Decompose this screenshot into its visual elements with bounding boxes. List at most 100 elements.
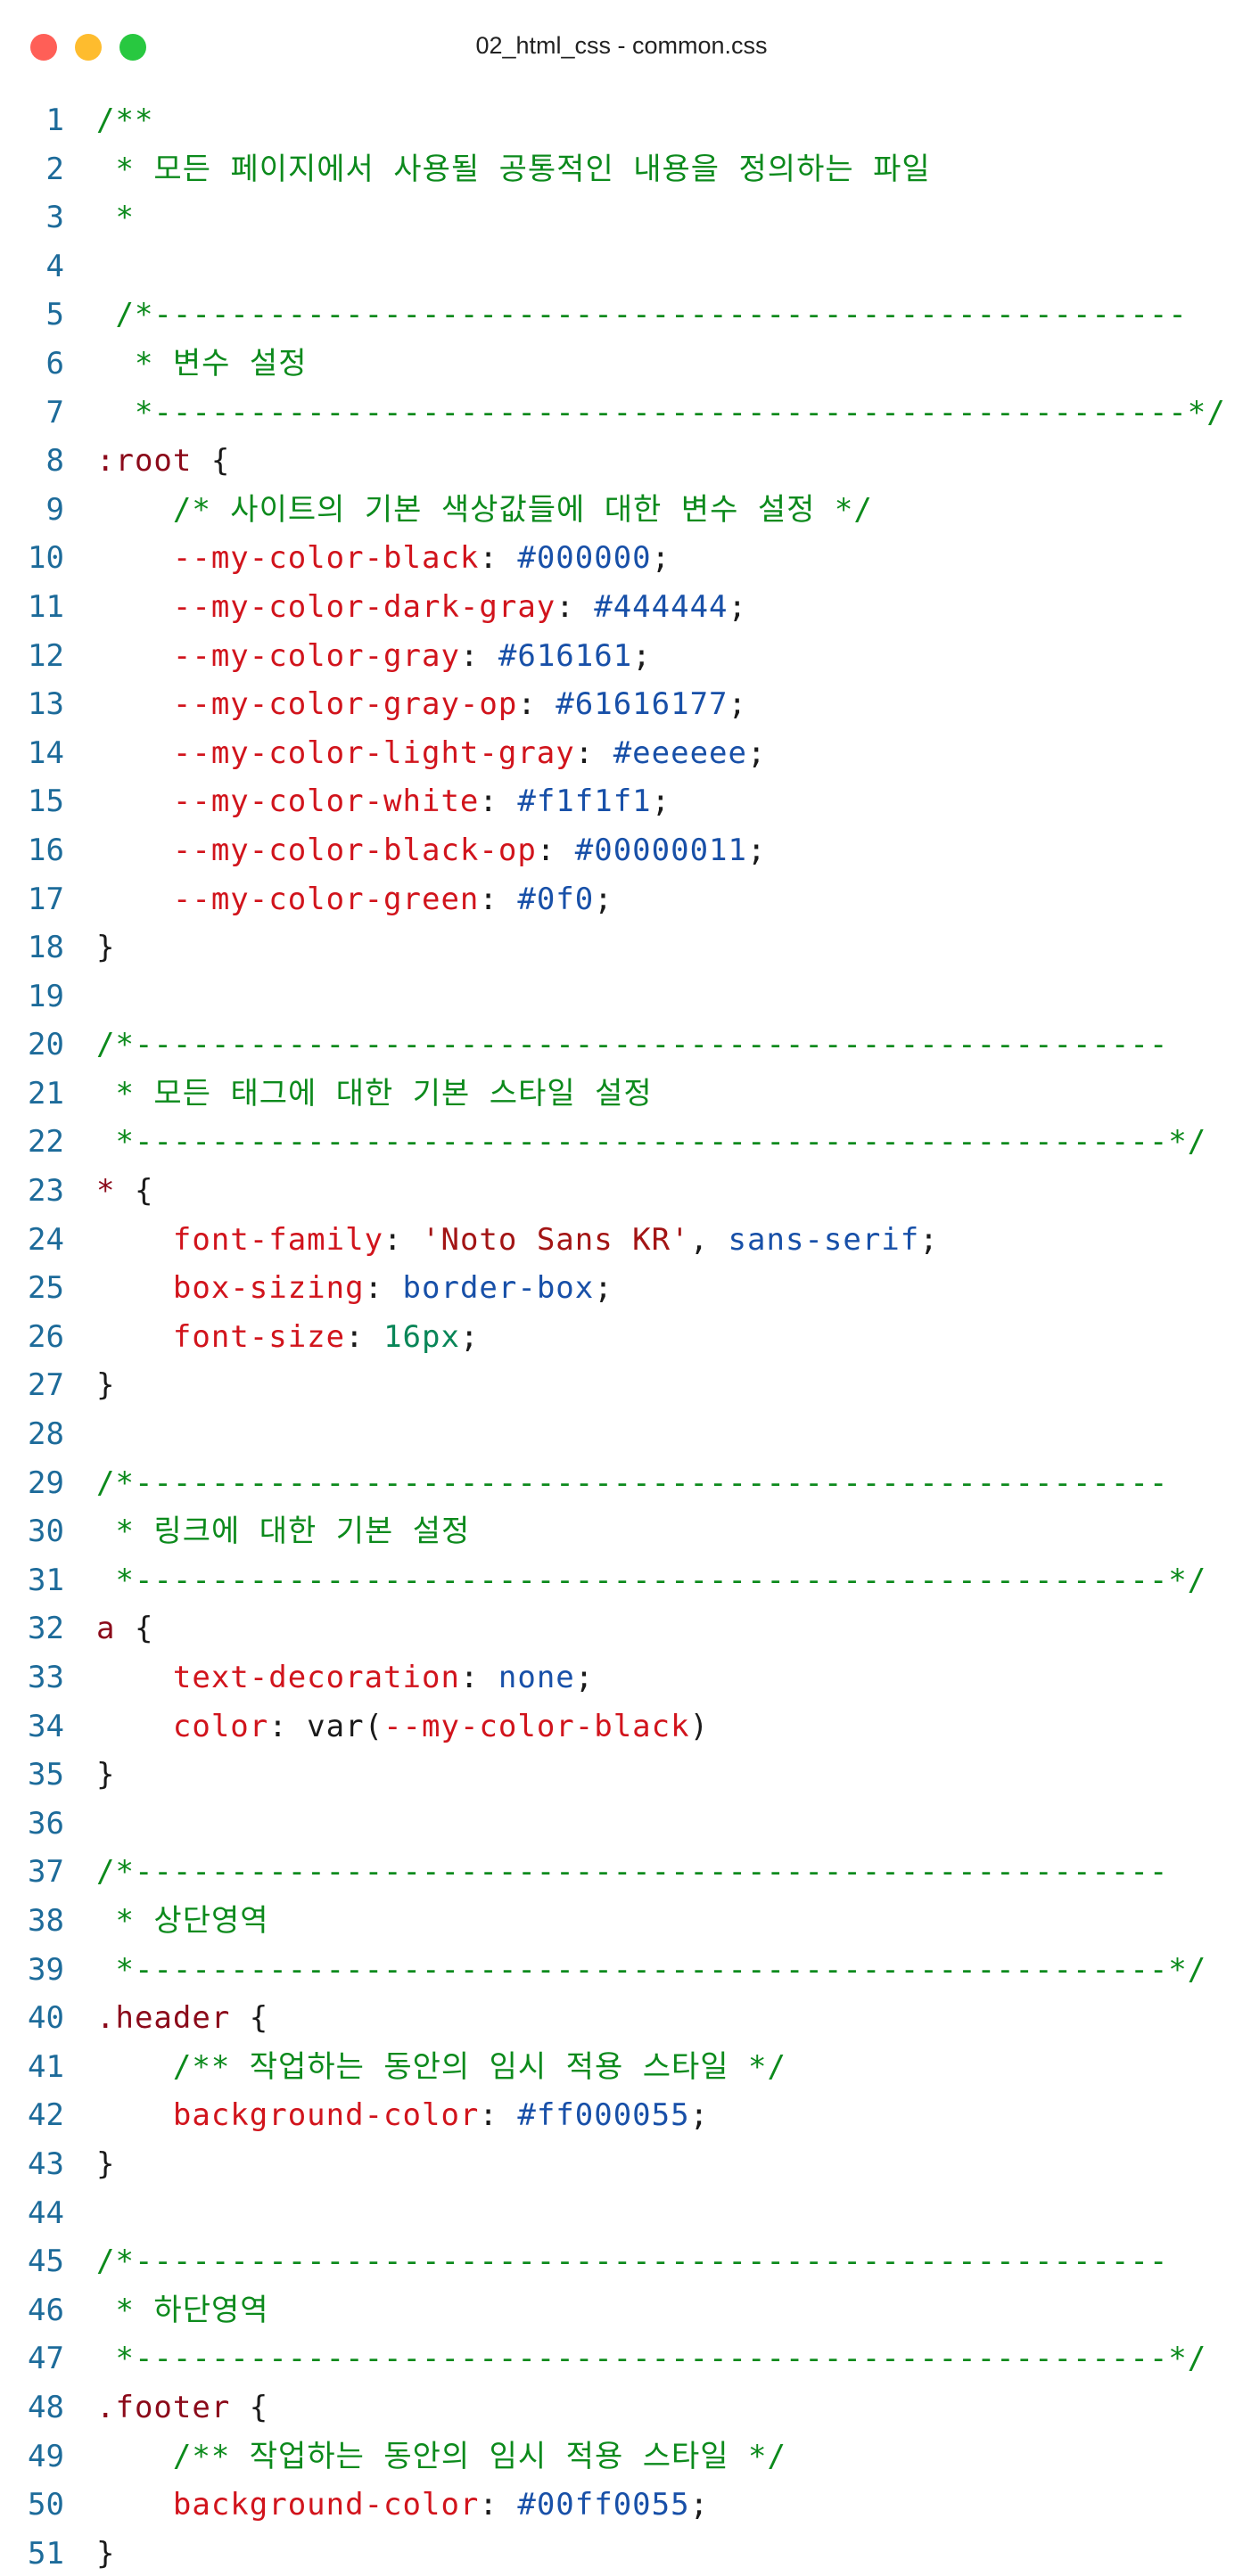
code-text: /*--------------------------------------… [96, 1848, 1168, 1897]
code-token-selector: a [96, 1611, 116, 1647]
code-line[interactable]: 13 --my-color-gray-op: #61616177; [0, 680, 1243, 729]
line-number: 31 [28, 1562, 64, 1598]
code-line[interactable]: 11 --my-color-dark-gray: #444444; [0, 583, 1243, 632]
code-line[interactable]: 26 font-size: 16px; [0, 1313, 1243, 1362]
code-token-punct: { [192, 443, 231, 480]
code-line[interactable]: 31 *------------------------------------… [0, 1556, 1243, 1605]
code-line[interactable]: 48 .footer { [0, 2383, 1243, 2432]
code-token-value: #616161 [498, 637, 633, 674]
code-token-punct: { [115, 1173, 154, 1210]
code-line[interactable]: 45 /*------------------------------------… [0, 2237, 1243, 2286]
code-text: /*--------------------------------------… [96, 1459, 1168, 1508]
code-line[interactable]: 44 [0, 2189, 1243, 2238]
code-line[interactable]: 38 * 상단영역 [0, 1897, 1243, 1946]
code-text: } [96, 1361, 115, 1410]
code-text: a { [96, 1604, 153, 1653]
code-line[interactable]: 43} [0, 2140, 1243, 2189]
code-token-comment: *---------------------------------------… [96, 1951, 1207, 1988]
code-token-comment: /** 작업하는 동안의 임시 적용 스타일 */ [96, 2048, 786, 2085]
code-token-punct: : [383, 1221, 422, 1258]
code-line[interactable]: 41 /** 작업하는 동안의 임시 적용 스타일 */ [0, 2043, 1243, 2092]
code-line[interactable]: 30 * 링크에 대한 기본 설정 [0, 1507, 1243, 1556]
line-number: 49 [28, 2438, 64, 2474]
code-line[interactable]: 14 --my-color-light-gray: #eeeeee; [0, 729, 1243, 778]
code-line[interactable]: 5 /*------------------------------------… [0, 291, 1243, 340]
code-line[interactable]: 35} [0, 1751, 1243, 1800]
line-number: 35 [28, 1757, 64, 1793]
code-line[interactable]: 8:root { [0, 437, 1243, 486]
code-line[interactable]: 29 /*------------------------------------… [0, 1459, 1243, 1508]
line-number: 10 [28, 540, 64, 577]
code-line[interactable]: 16 --my-color-black-op: #00000011; [0, 826, 1243, 875]
code-token-prop: --my-color-light-gray [96, 734, 575, 771]
code-line[interactable]: 25 box-sizing: border-box; [0, 1264, 1243, 1313]
code-line[interactable]: 3 * [0, 193, 1243, 242]
code-line[interactable]: 42 background-color: #ff000055; [0, 2091, 1243, 2140]
code-line[interactable]: 18} [0, 923, 1243, 972]
code-line[interactable]: 2 * 모든 페이지에서 사용될 공통적인 내용을 정의하는 파일 [0, 145, 1243, 194]
code-line[interactable]: 49 /** 작업하는 동안의 임시 적용 스타일 */ [0, 2432, 1243, 2482]
code-line[interactable]: 50 background-color: #00ff0055; [0, 2481, 1243, 2530]
code-line[interactable]: 34 color: var(--my-color-black) [0, 1702, 1243, 1752]
code-line[interactable]: 23 * { [0, 1167, 1243, 1216]
line-number: 42 [28, 2097, 64, 2134]
code-line[interactable]: 37 /*------------------------------------… [0, 1848, 1243, 1897]
code-line[interactable]: 12 --my-color-gray: #616161; [0, 632, 1243, 681]
code-line[interactable]: 20 /*------------------------------------… [0, 1021, 1243, 1070]
code-token-punct: ; [651, 540, 671, 577]
code-text: } [96, 923, 115, 972]
line-number: 7 [45, 394, 64, 431]
code-text: /*--------------------------------------… [96, 291, 1188, 340]
code-line[interactable]: 22 *------------------------------------… [0, 1118, 1243, 1167]
code-line[interactable]: 15 --my-color-white: #f1f1f1; [0, 777, 1243, 826]
code-text: * 상단영역 [96, 1897, 269, 1946]
code-line[interactable]: 1 /** [0, 96, 1243, 145]
line-number: 50 [28, 2487, 64, 2523]
code-token-punct: } [96, 2145, 116, 2182]
code-line[interactable]: 28 [0, 1410, 1243, 1459]
code-line[interactable]: 33 text-decoration: none; [0, 1653, 1243, 1702]
code-line[interactable]: 9 /* 사이트의 기본 색상값들에 대한 변수 설정 */ [0, 486, 1243, 535]
line-number: 25 [28, 1270, 64, 1307]
line-number: 40 [28, 2000, 64, 2037]
code-text: * { [96, 1167, 153, 1216]
code-token-punct: : [479, 540, 518, 577]
code-line[interactable]: 46 * 하단영역 [0, 2286, 1243, 2335]
code-token-punct: { [230, 2389, 269, 2425]
code-token-selector: * [96, 1173, 116, 1210]
line-number: 34 [28, 1708, 64, 1744]
code-token-punct: : [479, 2487, 518, 2523]
line-number: 21 [28, 1075, 64, 1112]
code-line[interactable]: 24 font-family: 'Noto Sans KR', sans-ser… [0, 1216, 1243, 1265]
code-token-punct: : [459, 1660, 498, 1695]
code-text: font-family: 'Noto Sans KR', sans-serif; [96, 1216, 939, 1265]
code-text: *---------------------------------------… [96, 1946, 1206, 1995]
code-line[interactable]: 4 [0, 242, 1243, 291]
code-token-prop: font-size [96, 1318, 346, 1355]
code-line[interactable]: 32 a { [0, 1604, 1243, 1653]
code-token-value: #61616177 [556, 686, 729, 723]
code-token-comment: *---------------------------------------… [96, 394, 1226, 431]
line-number: 23 [28, 1173, 64, 1210]
code-line[interactable]: 51} [0, 2530, 1243, 2576]
code-line[interactable]: 40 .header { [0, 1994, 1243, 2043]
code-line[interactable]: 19 [0, 972, 1243, 1021]
code-line[interactable]: 39 *------------------------------------… [0, 1946, 1243, 1995]
code-line[interactable]: 47 *------------------------------------… [0, 2334, 1243, 2383]
code-token-punct: ; [747, 734, 767, 771]
code-line[interactable]: 17 --my-color-green: #0f0; [0, 875, 1243, 924]
code-line[interactable]: 21 * 모든 태그에 대한 기본 스타일 설정 [0, 1070, 1243, 1119]
code-text: } [96, 2140, 115, 2189]
code-text: } [96, 2530, 115, 2576]
code-token-punct: ; [459, 1318, 480, 1355]
code-text: * 모든 태그에 대한 기본 스타일 설정 [96, 1070, 653, 1119]
code-editor[interactable]: 1/** 2 * 모든 페이지에서 사용될 공통적인 내용을 정의하는 파일 3 *… [0, 96, 1243, 2576]
code-token-value: #00ff0055 [517, 2487, 690, 2523]
code-line[interactable]: 27} [0, 1361, 1243, 1410]
code-text: text-decoration: none; [96, 1653, 594, 1702]
code-token-prop: background-color [96, 2097, 480, 2134]
code-line[interactable]: 6 * 변수 설정 [0, 340, 1243, 389]
code-line[interactable]: 7 *-------------------------------------… [0, 389, 1243, 438]
code-line[interactable]: 10 --my-color-black: #000000; [0, 534, 1243, 583]
code-line[interactable]: 36 [0, 1800, 1243, 1849]
